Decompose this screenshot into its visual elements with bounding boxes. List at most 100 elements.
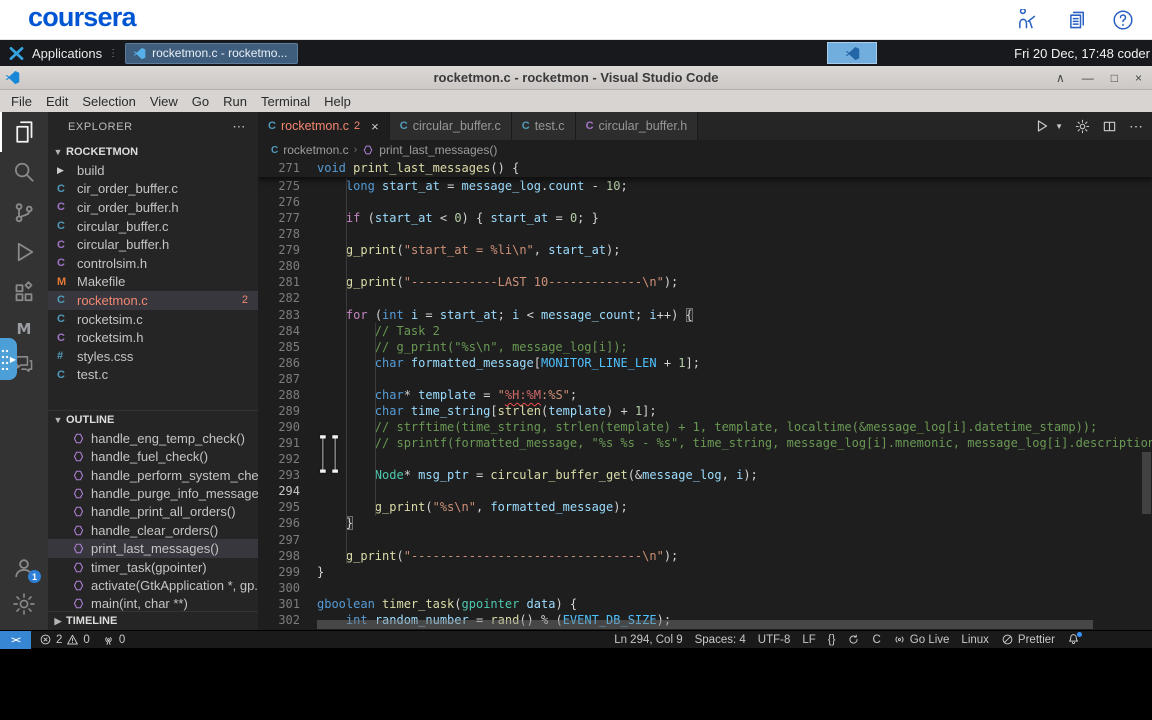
code-line[interactable]: 296 } (258, 515, 1152, 531)
menu-help[interactable]: Help (317, 94, 358, 109)
code-line[interactable]: 280 (258, 258, 1152, 274)
applications-menu[interactable]: Applications (32, 46, 102, 61)
file-item-circular_buffer.c[interactable]: Ccircular_buffer.c (48, 217, 258, 236)
applications-menu-icon[interactable] (8, 45, 25, 62)
activitybar-settings[interactable] (0, 584, 48, 624)
activitybar-explorer[interactable] (0, 112, 48, 152)
file-item-cir_order_buffer.c[interactable]: Ccir_order_buffer.c (48, 180, 258, 199)
window-maximize-button[interactable]: □ (1111, 67, 1118, 89)
ports-status[interactable]: 0 (102, 633, 125, 646)
tab-circular_buffer.c[interactable]: Ccircular_buffer.c (389, 112, 512, 140)
outline-item[interactable]: handle_print_all_orders() (48, 503, 258, 521)
outline-item[interactable]: handle_clear_orders() (48, 521, 258, 539)
activitybar-source-control[interactable] (0, 192, 48, 232)
eol-status[interactable]: LF (802, 634, 815, 646)
activitybar-run-and-debug[interactable] (0, 232, 48, 272)
os-status[interactable]: Linux (961, 634, 989, 646)
help-icon[interactable] (1112, 9, 1134, 31)
activitybar-extensions[interactable] (0, 272, 48, 312)
menu-go[interactable]: Go (185, 94, 216, 109)
notifications-status[interactable] (1067, 632, 1082, 646)
code-line[interactable]: 289 char time_string[strlen(template) + … (258, 403, 1152, 419)
code-line[interactable]: 279 g_print("start_at = %li\n", start_at… (258, 242, 1152, 258)
sync-status[interactable] (847, 633, 860, 646)
file-item-cir_order_buffer.h[interactable]: Ccir_order_buffer.h (48, 198, 258, 217)
code-line[interactable]: 290 // strftime(time_string, strlen(temp… (258, 419, 1152, 435)
code-line[interactable]: 293 Node* msg_ptr = circular_buffer_get(… (258, 467, 1152, 483)
code-line[interactable]: 283 for (int i = start_at; i < message_c… (258, 307, 1152, 323)
code-editor[interactable]: 271 void print_last_messages() {275 long … (258, 160, 1152, 630)
window-shade-button[interactable]: ∧ (1056, 67, 1065, 89)
remote-indicator[interactable]: >< (0, 630, 31, 649)
explorer-actions-button[interactable]: ⋯ (232, 119, 246, 135)
code-line[interactable]: 287 (258, 371, 1152, 387)
code-line[interactable]: 292 (258, 451, 1152, 467)
file-item-build[interactable]: ▶ build (48, 161, 258, 180)
braces-status[interactable]: {} (828, 634, 836, 646)
vertical-scrollbar[interactable] (1142, 452, 1151, 514)
outline-item[interactable]: print_last_messages() (48, 539, 258, 558)
code-line[interactable]: 276 (258, 194, 1152, 210)
lab-notes-icon[interactable] (1064, 9, 1086, 31)
prettier-status[interactable]: Prettier (1001, 633, 1055, 646)
folder-root-header[interactable]: ▼ ROCKETMON (48, 142, 258, 161)
file-item-rocketsim.h[interactable]: Crocketsim.h (48, 328, 258, 347)
code-line[interactable]: 288 char* template = "%H:%M:%S"; (258, 387, 1152, 403)
code-line[interactable]: 285 // g_print("%s\n", message_log[i]); (258, 339, 1152, 355)
taskbar-window-button[interactable]: rocketmon.c - rocketmo... (125, 42, 299, 64)
menu-edit[interactable]: Edit (39, 94, 75, 109)
indentation-status[interactable]: Spaces: 4 (695, 634, 746, 646)
code-line[interactable]: 281 g_print("------------LAST 10--------… (258, 274, 1152, 290)
close-icon[interactable]: × (371, 119, 379, 134)
outline-item[interactable]: handle_perform_system_chec... (48, 466, 258, 484)
file-item-styles.css[interactable]: # styles.css (48, 347, 258, 366)
outline-header[interactable]: ▼ OUTLINE (48, 410, 258, 429)
horizontal-scrollbar[interactable] (317, 620, 1093, 629)
breadcrumb-file[interactable]: rocketmon.c (283, 143, 348, 157)
code-line[interactable]: 301 gboolean timer_task(gpointer data) { (258, 596, 1152, 612)
problems-status[interactable]: 2 0 (39, 633, 90, 646)
file-item-rocketsim.c[interactable]: Crocketsim.c (48, 310, 258, 329)
code-line[interactable]: 277 if (start_at < 0) { start_at = 0; } (258, 210, 1152, 226)
outline-item[interactable]: timer_task(gpointer) (48, 558, 258, 576)
go-live-status[interactable]: Go Live (893, 633, 949, 646)
encoding-status[interactable]: UTF-8 (758, 634, 791, 646)
code-line[interactable]: 300 (258, 580, 1152, 596)
code-line[interactable]: 298 g_print("---------------------------… (258, 548, 1152, 564)
file-item-test.c[interactable]: Ctest.c (48, 366, 258, 385)
tab-rocketmon.c[interactable]: Crocketmon.c 2 × (258, 112, 390, 140)
activitybar-account[interactable]: 1 (0, 548, 48, 588)
window-close-button[interactable]: × (1135, 67, 1142, 89)
menu-file[interactable]: File (4, 94, 39, 109)
code-line[interactable]: 299} (258, 564, 1152, 580)
code-line[interactable]: 295 g_print("%s\n", formatted_message); (258, 499, 1152, 515)
file-item-Makefile[interactable]: M Makefile (48, 273, 258, 292)
file-item-rocketmon.c[interactable]: Crocketmon.c 2 (48, 291, 258, 310)
menu-selection[interactable]: Selection (75, 94, 142, 109)
breadcrumb[interactable]: C rocketmon.c › print_last_messages() (258, 140, 1152, 160)
file-item-circular_buffer.h[interactable]: Ccircular_buffer.h (48, 235, 258, 254)
code-line[interactable]: 275 long start_at = message_log.count - … (258, 178, 1152, 194)
cursor-position-status[interactable]: Ln 294, Col 9 (614, 634, 682, 646)
outline-item[interactable]: activate(GtkApplication *, gp... (48, 576, 258, 594)
timeline-header[interactable]: ▶ TIMELINE (48, 611, 258, 630)
tab-test.c[interactable]: Ctest.c (511, 112, 576, 140)
tab-circular_buffer.h[interactable]: Ccircular_buffer.h (575, 112, 699, 140)
code-line[interactable]: 297 (258, 532, 1152, 548)
file-item-controlsim.h[interactable]: Ccontrolsim.h (48, 254, 258, 273)
more-actions-button[interactable]: ⋯ (1129, 118, 1144, 135)
breadcrumb-symbol[interactable]: print_last_messages() (379, 143, 497, 157)
window-minimize-button[interactable]: — (1082, 67, 1094, 89)
tutor-icon[interactable] (1016, 8, 1038, 31)
code-line[interactable]: 294 (258, 483, 1152, 499)
sticky-scroll-line[interactable]: 271 void print_last_messages() { (258, 160, 1152, 177)
code-line[interactable]: 278 (258, 226, 1152, 242)
language-mode-status[interactable]: C (872, 634, 880, 646)
outline-item[interactable]: handle_purge_info_messages() (48, 484, 258, 502)
vscode-titlebar[interactable]: rocketmon.c - rocketmon - Visual Studio … (0, 66, 1152, 90)
code-line[interactable]: 291 // sprintf(formatted_message, "%s %s… (258, 435, 1152, 451)
code-line[interactable]: 284 // Task 2 (258, 323, 1152, 339)
code-line[interactable]: 282 (258, 290, 1152, 306)
outline-item[interactable]: handle_fuel_check() (48, 448, 258, 466)
menu-run[interactable]: Run (216, 94, 254, 109)
